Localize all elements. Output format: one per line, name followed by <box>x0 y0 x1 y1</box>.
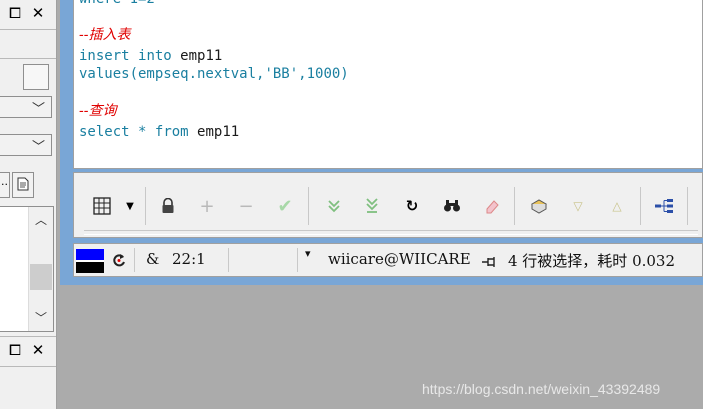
cursor-position: 22:1 <box>172 250 206 268</box>
status-bar: & 22:1 ▾ wiicare@WIICARE 4 行被选择，耗时 0.032 <box>73 243 703 277</box>
document-button[interactable] <box>12 172 34 198</box>
toolbar-separator <box>514 187 515 225</box>
last-page-icon[interactable] <box>361 195 383 217</box>
blank-button[interactable] <box>23 64 49 90</box>
comment-line: --查询 <box>79 103 117 119</box>
refresh-status-icon[interactable] <box>112 253 126 271</box>
toolbar-separator <box>640 187 641 225</box>
add-record-icon[interactable]: + <box>196 195 218 217</box>
code-line: where 1=2 <box>79 0 155 8</box>
watermark: https://blog.csdn.net/weixin_43392489 <box>422 381 661 397</box>
result-toolbar: ▼ + − ✔ ↻ ▽ △ <box>73 172 703 238</box>
divider <box>0 29 56 30</box>
connection-dropdown-icon[interactable]: ▾ <box>305 247 311 260</box>
code-line: select * from emp11 <box>79 124 240 140</box>
scroll-up-icon[interactable]: ︿ <box>29 211 53 231</box>
divider <box>0 58 56 59</box>
sql-window: where 1=2 --插入表 insert into emp11 values… <box>60 0 703 285</box>
status-separator <box>297 248 298 272</box>
code-line: values(empseq.nextval,'BB',1000) <box>79 66 349 82</box>
clear-icon[interactable] <box>481 195 503 217</box>
divider <box>0 366 56 367</box>
ampersand-indicator: & <box>146 250 160 268</box>
scroll-down-icon[interactable]: ﹀ <box>29 309 53 329</box>
sort-desc-icon[interactable]: △ <box>606 195 628 217</box>
document-icon <box>17 176 29 195</box>
pin-icon <box>481 254 497 272</box>
restore-button[interactable]: ⧠ <box>5 340 25 360</box>
connection-label[interactable]: wiicare@WIICARE <box>328 250 471 268</box>
close-button[interactable]: ✕ <box>28 340 48 360</box>
status-message: 4 行被选择，耗时 0.032 <box>508 252 676 270</box>
owner-select[interactable]: ﹀ <box>0 134 52 156</box>
sort-asc-icon[interactable]: ▽ <box>567 195 589 217</box>
delete-record-icon[interactable]: − <box>235 195 257 217</box>
left-panel: ⧠ ✕ ﹀ ﹀ .. ︿ ﹀ ⧠ ✕ <box>0 0 57 409</box>
toolbar-bottom-line <box>84 230 698 235</box>
lock-icon[interactable] <box>157 195 179 217</box>
comment-line: --插入表 <box>79 27 131 43</box>
sql-editor[interactable]: where 1=2 --插入表 insert into emp11 values… <box>73 0 703 169</box>
toolbar-separator <box>308 187 309 225</box>
query-plan-icon[interactable] <box>653 195 675 217</box>
export-icon[interactable] <box>528 195 550 217</box>
object-type-select[interactable]: ﹀ <box>0 96 52 118</box>
toolbar-separator <box>687 187 688 225</box>
dropdown-arrow-icon[interactable]: ▼ <box>119 195 141 217</box>
more-button[interactable]: .. <box>0 172 10 198</box>
restore-button[interactable]: ⧠ <box>5 3 25 23</box>
chevron-down-icon: ﹀ <box>31 102 45 117</box>
toolbar-separator <box>145 187 146 225</box>
post-changes-icon[interactable]: ✔ <box>274 195 296 217</box>
find-icon[interactable] <box>441 195 463 217</box>
close-button[interactable]: ✕ <box>28 3 48 23</box>
next-page-icon[interactable] <box>323 195 345 217</box>
chevron-down-icon: ﹀ <box>31 140 45 155</box>
object-list[interactable]: ︿ ﹀ <box>0 206 54 332</box>
color-swatch-icon <box>76 249 104 273</box>
status-separator <box>228 248 229 272</box>
scroll-thumb[interactable] <box>30 264 52 290</box>
divider <box>0 336 56 337</box>
vertical-scrollbar[interactable]: ︿ ﹀ <box>28 207 53 331</box>
grid-icon[interactable] <box>91 195 113 217</box>
status-separator <box>134 248 135 272</box>
code-line: insert into emp11 <box>79 48 223 64</box>
refresh-icon[interactable]: ↻ <box>401 195 423 217</box>
